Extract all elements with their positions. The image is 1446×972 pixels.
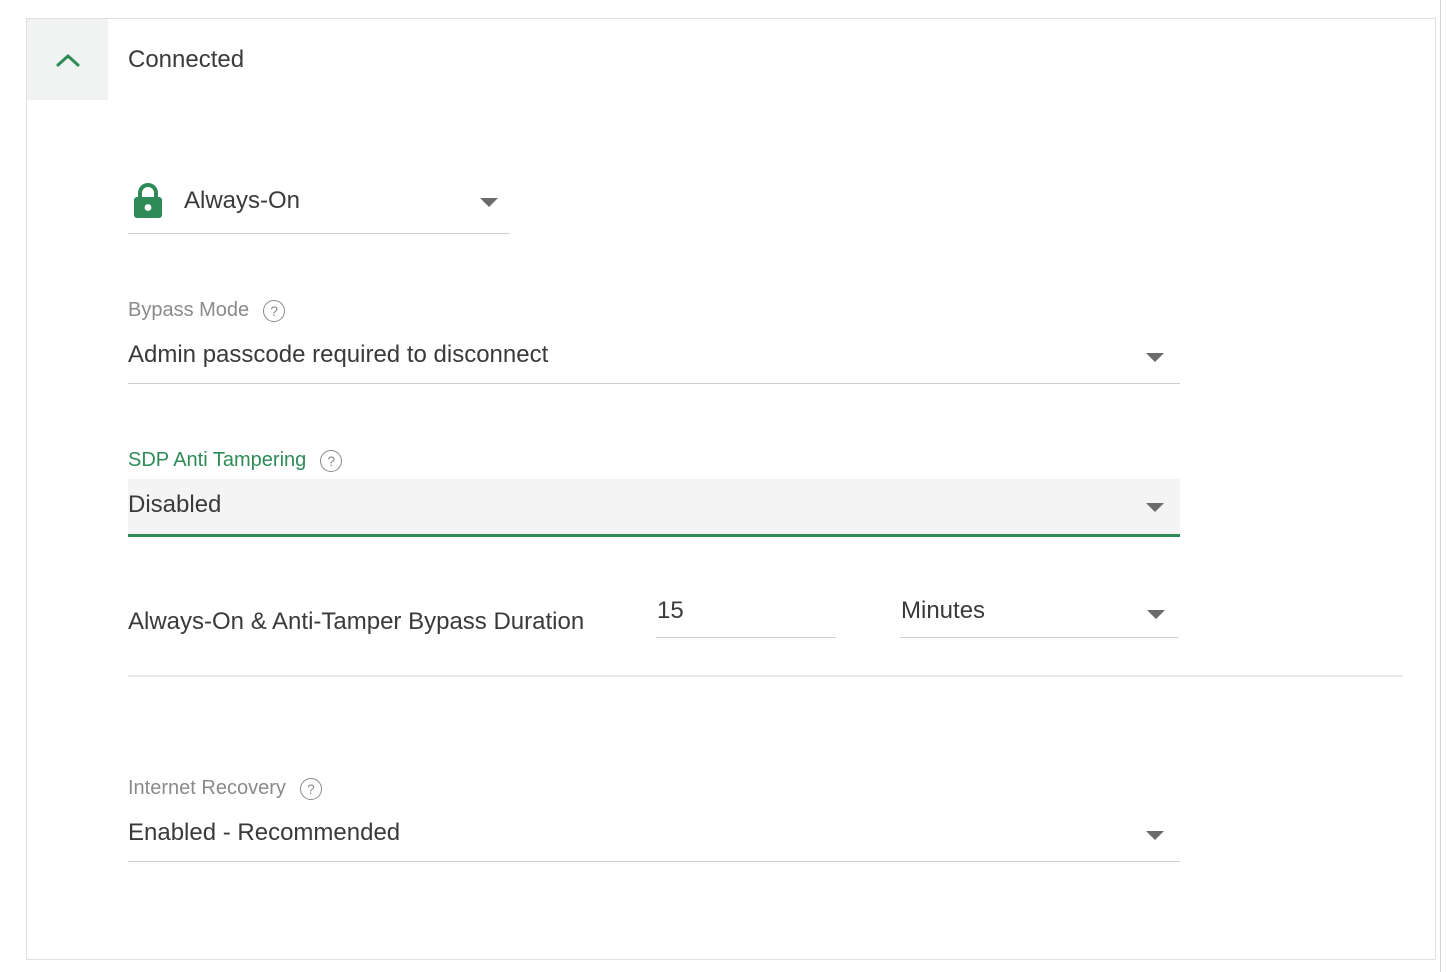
anti-tampering-label: SDP Anti Tampering ? [128,449,343,472]
bypass-mode-label: Bypass Mode ? [128,299,286,322]
connection-mode-value: Always-On [184,187,301,214]
internet-recovery-label: Internet Recovery ? [128,777,322,800]
section-divider [128,675,1403,677]
internet-recovery-label-text: Internet Recovery [128,777,286,799]
help-icon[interactable]: ? [299,777,322,800]
bypass-mode-select[interactable]: Admin passcode required to disconnect [128,329,1180,384]
chevron-down-icon [1146,503,1164,512]
chevron-down-icon [1146,353,1164,362]
chevron-down-icon [480,198,498,207]
internet-recovery-value: Enabled - Recommended [128,819,401,846]
lock-icon [134,183,162,218]
bypass-duration-unit-value: Minutes [901,597,986,624]
anti-tampering-select[interactable]: Disabled [128,479,1180,537]
internet-recovery-select[interactable]: Enabled - Recommended [128,807,1180,862]
bypass-duration-label: Always-On & Anti-Tamper Bypass Duration [128,608,585,635]
help-icon[interactable]: ? [263,299,286,322]
anti-tampering-label-text: SDP Anti Tampering [128,449,307,471]
section-title: Connected [128,46,245,73]
chevron-down-icon [1146,831,1164,840]
bypass-duration-value: 15 [657,597,684,624]
bypass-mode-label-text: Bypass Mode [128,299,250,321]
connected-settings-panel: Connected Always-On Bypass Mode ? Admin … [26,18,1436,960]
anti-tampering-value: Disabled [128,491,222,518]
chevron-up-icon [56,54,79,66]
window-edge [1440,0,1441,972]
connection-mode-select[interactable]: Always-On [128,179,510,234]
chevron-down-icon [1147,610,1165,619]
help-icon[interactable]: ? [320,449,343,472]
bypass-duration-input[interactable]: 15 [656,597,836,638]
bypass-duration-unit-select[interactable]: Minutes [900,597,1178,638]
collapse-button[interactable] [27,19,108,100]
bypass-mode-value: Admin passcode required to disconnect [128,341,549,368]
